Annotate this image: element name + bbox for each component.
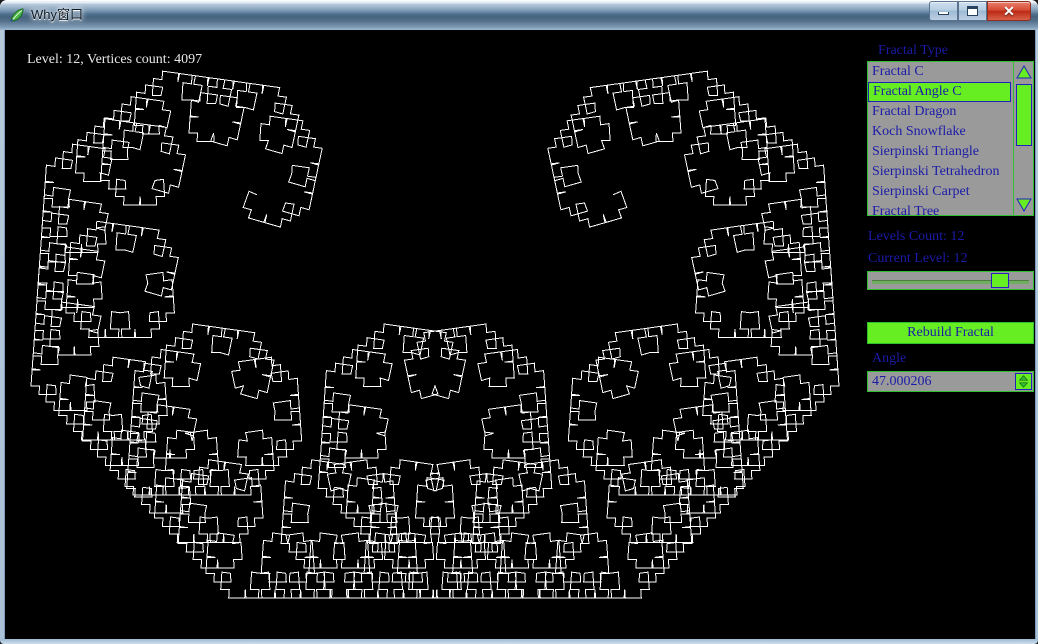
fractal-type-label: Fractal Type: [878, 43, 948, 58]
triangle-down-icon[interactable]: [1016, 197, 1032, 213]
fractal-type-item[interactable]: Sierpinski Triangle: [868, 142, 1011, 162]
application-window: Why窗口 ✕ Level: 12, Vertices count: 4097 …: [0, 0, 1038, 644]
window-bottom-edge: [0, 639, 1038, 644]
maximize-icon: [967, 6, 978, 16]
control-panel: Fractal Type Fractal C Fractal Angle C Fra…: [860, 30, 1035, 639]
angle-input[interactable]: 47.000206: [872, 373, 1000, 391]
fractal-type-item[interactable]: Sierpinski Tetrahedron: [868, 162, 1011, 182]
rebuild-fractal-button[interactable]: Rebuild Fractal: [867, 322, 1034, 344]
close-button[interactable]: ✕: [987, 1, 1031, 21]
angle-label: Angle: [872, 351, 907, 366]
angle-spinner[interactable]: 47.000206: [867, 371, 1034, 392]
level-slider[interactable]: [867, 271, 1034, 290]
triangle-up-icon[interactable]: [1016, 64, 1032, 80]
current-level-label: Current Level: 12: [868, 251, 968, 266]
fractal-type-list: Fractal C Fractal Angle C Fractal Dragon Ko…: [868, 62, 1033, 215]
fractal-type-item[interactable]: Koch Snowflake: [868, 122, 1011, 142]
maximize-button[interactable]: [958, 1, 987, 21]
fractal-type-item[interactable]: Fractal Dragon: [868, 102, 1011, 122]
fractal-type-listbox[interactable]: Fractal C Fractal Angle C Fractal Dragon Ko…: [867, 61, 1034, 216]
title-bar[interactable]: Why窗口 ✕: [0, 0, 1038, 30]
fractal-drawing: [30, 70, 840, 599]
spinner-updown-icon[interactable]: [1015, 373, 1032, 390]
levels-count-label: Levels Count: 12: [868, 229, 965, 244]
rebuild-fractal-label: Rebuild Fractal: [907, 325, 994, 340]
fractal-type-item[interactable]: Fractal C: [868, 62, 1011, 82]
window-title: Why窗口: [31, 7, 84, 22]
scrollbar-thumb[interactable]: [1016, 84, 1032, 146]
fractal-type-item[interactable]: Fractal Tree: [868, 202, 1011, 215]
minimize-icon: [938, 12, 949, 15]
minimize-button[interactable]: [929, 1, 958, 21]
close-icon: ✕: [1003, 3, 1015, 19]
slider-thumb[interactable]: [991, 273, 1009, 288]
fractal-type-item[interactable]: Fractal Angle C: [868, 82, 1011, 102]
listbox-scrollbar[interactable]: [1013, 62, 1033, 215]
hud-status-text: Level: 12, Vertices count: 4097: [27, 52, 203, 67]
fractal-type-item[interactable]: Sierpinski Carpet: [868, 182, 1011, 202]
client-area: Level: 12, Vertices count: 4097 Fractal …: [4, 30, 1036, 639]
leaf-app-icon: [10, 8, 24, 23]
